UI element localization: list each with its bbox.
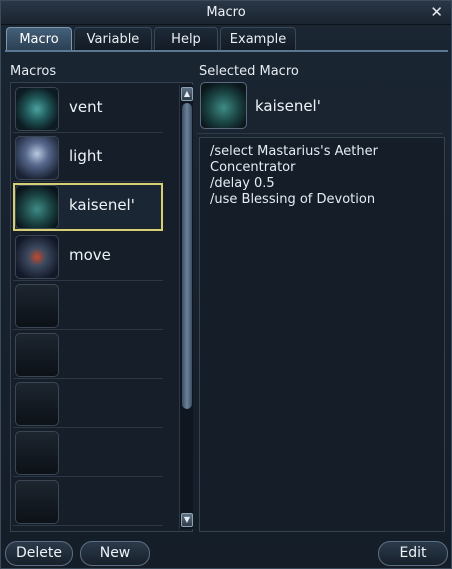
light-icon <box>15 136 59 180</box>
macro-name: kaisenel' <box>69 196 135 214</box>
vent-icon <box>15 87 59 131</box>
macro-name: move <box>69 246 111 264</box>
selected-macro-header: Selected Macro <box>199 64 299 79</box>
empty-slot-icon <box>15 333 59 377</box>
selected-macro-name: kaisenel' <box>255 97 321 115</box>
kaisenel-icon <box>15 185 59 229</box>
selected-macro-icon <box>200 82 247 129</box>
tab-help[interactable]: Help <box>154 27 218 51</box>
script-line: /delay 0.5 <box>210 176 275 191</box>
tab-macro[interactable]: Macro <box>6 27 72 51</box>
macro-row-empty[interactable] <box>13 429 163 477</box>
macro-row-move[interactable]: move <box>13 233 163 281</box>
empty-slot-icon <box>15 431 59 475</box>
divider <box>197 133 443 134</box>
macro-list-scrollbar[interactable]: ▲ ▼ <box>179 85 193 529</box>
empty-slot-icon <box>15 382 59 426</box>
tab-divider <box>5 50 448 52</box>
move-icon <box>15 235 59 279</box>
macro-row-empty[interactable] <box>13 478 163 526</box>
tab-variable[interactable]: Variable <box>74 27 152 51</box>
window-title: Macro <box>206 5 246 20</box>
macro-row-kaisenel[interactable]: kaisenel' <box>13 183 163 231</box>
macro-name: vent <box>69 98 103 116</box>
scrollbar-thumb[interactable] <box>182 103 192 409</box>
edit-button[interactable]: Edit <box>378 541 448 566</box>
script-line: /use Blessing of Devotion <box>210 192 376 207</box>
macro-window: Macro ✕ Macro Variable Help Example Macr… <box>0 0 452 569</box>
macro-name: light <box>69 147 103 165</box>
delete-button[interactable]: Delete <box>5 541 73 566</box>
new-button[interactable]: New <box>80 541 150 566</box>
tab-bar: Macro Variable Help Example <box>6 27 448 51</box>
empty-slot-icon <box>15 284 59 328</box>
macro-row-empty[interactable] <box>13 331 163 379</box>
macro-list: vent light kaisenel' move ▲ ▼ <box>10 82 193 532</box>
scroll-up-icon[interactable]: ▲ <box>181 87 193 101</box>
macro-row-empty[interactable] <box>13 282 163 330</box>
tab-example[interactable]: Example <box>220 27 296 51</box>
macro-row-light[interactable]: light <box>13 134 163 182</box>
title-bar[interactable]: Macro ✕ <box>1 1 451 25</box>
macro-row-empty[interactable] <box>13 380 163 428</box>
script-line: /select Mastarius's Aether Concentrator <box>210 144 383 175</box>
close-icon[interactable]: ✕ <box>430 3 443 21</box>
macro-script-text[interactable]: /select Mastarius's Aether Concentrator … <box>199 137 445 532</box>
scroll-down-icon[interactable]: ▼ <box>181 513 193 527</box>
empty-slot-icon <box>15 480 59 524</box>
macros-header: Macros <box>10 64 57 79</box>
macro-row-vent[interactable]: vent <box>13 85 163 133</box>
